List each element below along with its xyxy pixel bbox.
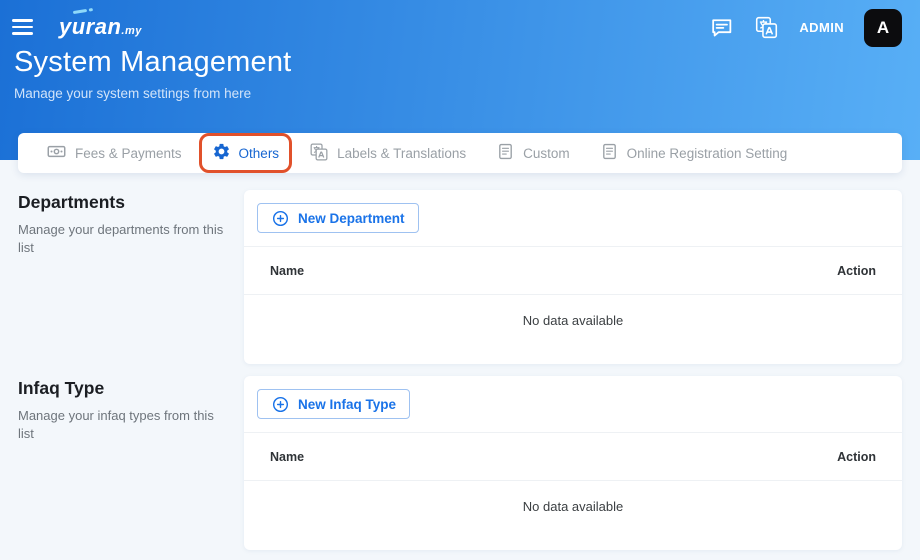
admin-label: ADMIN <box>799 19 844 35</box>
top-bar: yuran.my ADMIN A <box>0 0 920 47</box>
avatar[interactable]: A <box>864 9 902 47</box>
app-logo[interactable]: yuran.my <box>59 8 142 40</box>
document-icon <box>496 142 515 164</box>
tab-label: Others <box>238 145 280 161</box>
section-infaq-type: Infaq Type Manage your infaq types from … <box>18 376 902 550</box>
section-info: Infaq Type Manage your infaq types from … <box>18 376 244 443</box>
infaq-type-card: New Infaq Type Name Action No data avail… <box>244 376 902 550</box>
card-toolbar: New Department <box>244 190 902 246</box>
hamburger-menu-icon[interactable] <box>12 19 33 35</box>
tab-custom[interactable]: Custom <box>496 142 570 164</box>
section-departments: Departments Manage your departments from… <box>18 190 902 364</box>
chat-icon[interactable] <box>709 15 734 40</box>
logo-text: yuran <box>59 14 122 39</box>
tab-label: Custom <box>523 145 570 161</box>
column-header-action: Action <box>837 450 876 464</box>
empty-state-text: No data available <box>522 499 624 514</box>
tab-label: Fees & Payments <box>75 145 182 161</box>
tab-labels-and-translations[interactable]: Labels & Translations <box>309 142 466 165</box>
section-title: Departments <box>18 192 125 212</box>
new-infaq-type-button[interactable]: New Infaq Type <box>257 389 411 419</box>
plus-circle-icon <box>271 209 290 228</box>
card-toolbar: New Infaq Type <box>244 376 902 432</box>
tab-label: Online Registration Setting <box>626 145 788 161</box>
departments-card: New Department Name Action No data avail… <box>244 190 902 364</box>
table-header-row: Name Action <box>244 246 902 295</box>
section-description: Manage your departments from this list <box>18 222 224 256</box>
logo-suffix: .my <box>121 25 142 37</box>
page-title: System Management <box>14 46 292 78</box>
tab-fees-and-payments[interactable]: Fees & Payments <box>46 141 182 165</box>
document-icon <box>600 142 619 164</box>
plus-circle-icon <box>271 395 290 414</box>
empty-state-text: No data available <box>522 313 624 328</box>
translate-icon[interactable] <box>754 15 779 40</box>
tab-online-registration-setting[interactable]: Online Registration Setting <box>600 142 788 164</box>
section-title: Infaq Type <box>18 378 105 398</box>
main-content: Departments Manage your departments from… <box>0 160 920 550</box>
gear-icon <box>212 142 231 164</box>
banknote-icon <box>46 141 67 165</box>
table-header-row: Name Action <box>244 432 902 481</box>
column-header-action: Action <box>837 264 876 278</box>
translate-icon <box>309 142 329 165</box>
tab-bar: Fees & Payments Others Labels & Translat… <box>18 133 902 173</box>
top-bar-actions: ADMIN A <box>709 7 902 47</box>
button-label: New Infaq Type <box>298 396 397 412</box>
tab-others[interactable]: Others <box>198 133 293 173</box>
page-subtitle: Manage your system settings from here <box>14 86 252 101</box>
section-description: Manage your infaq types from this list <box>18 408 214 442</box>
section-info: Departments Manage your departments from… <box>18 190 244 257</box>
tab-label: Labels & Translations <box>337 145 467 161</box>
new-department-button[interactable]: New Department <box>257 203 419 233</box>
button-label: New Department <box>298 210 405 226</box>
column-header-name: Name <box>270 264 305 278</box>
column-header-name: Name <box>270 450 305 464</box>
